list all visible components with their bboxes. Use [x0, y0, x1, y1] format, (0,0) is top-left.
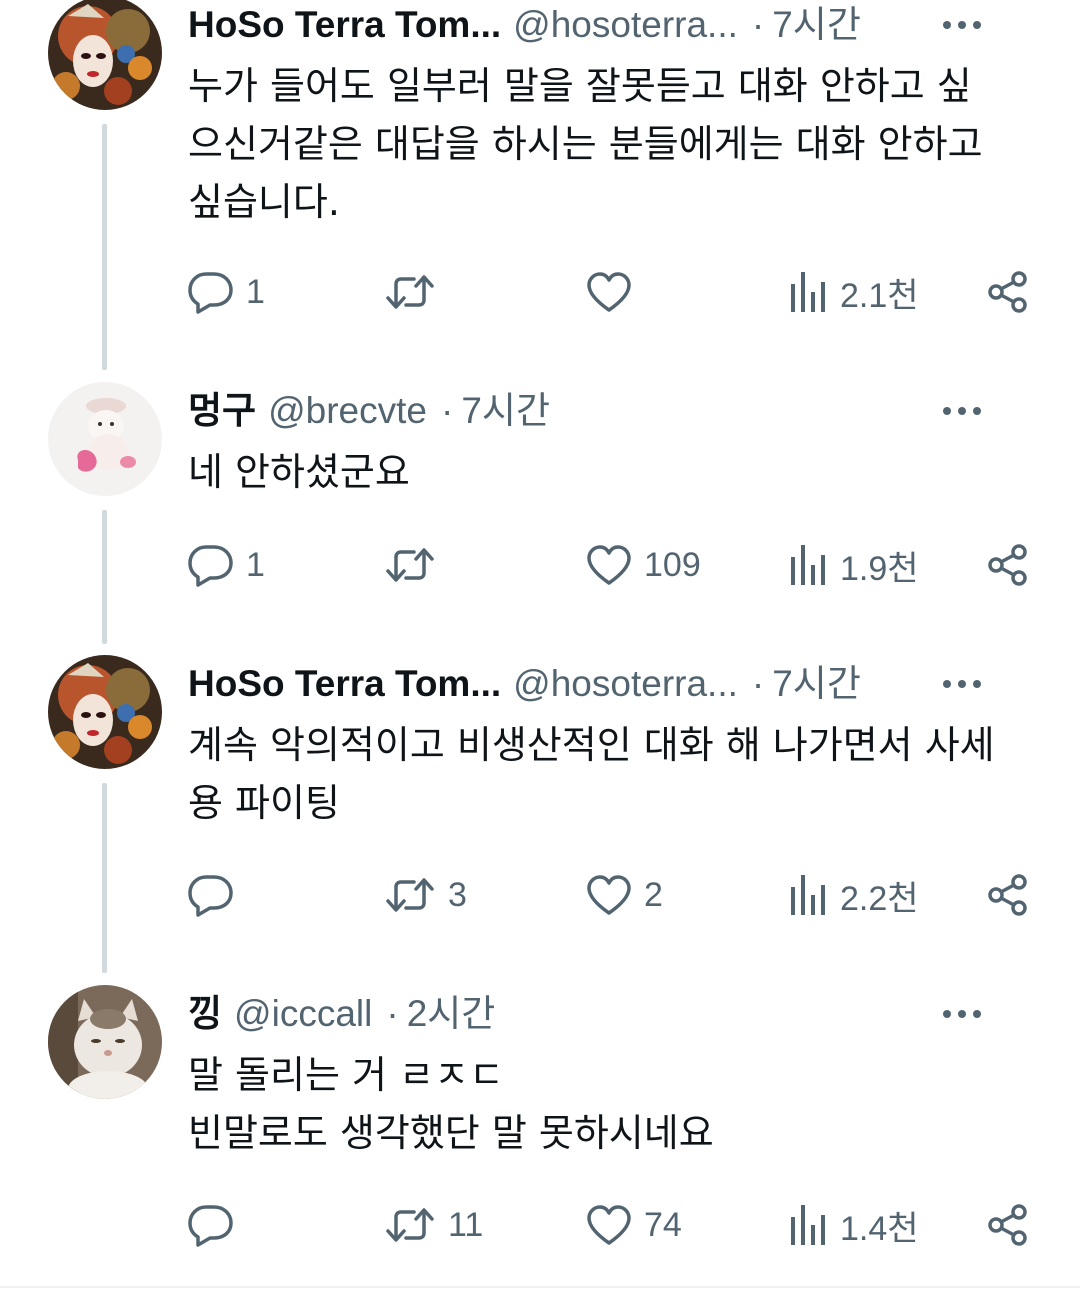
avatar[interactable] — [48, 985, 162, 1099]
display-name[interactable]: HoSo Terra Tom... — [188, 659, 501, 709]
thread-line — [102, 783, 107, 973]
retweet-count: 3 — [448, 875, 467, 914]
user-handle[interactable]: @brecvte — [268, 386, 427, 436]
reply-button[interactable] — [186, 1200, 246, 1250]
separator-dot: · — [751, 4, 765, 45]
like-count: 74 — [644, 1205, 682, 1244]
timestamp[interactable]: 2시간 — [407, 989, 496, 1039]
retweet-arrows-icon — [386, 548, 434, 582]
tweet-text: 말 돌리는 거 ㄹㅈㄷ 빈말로도 생각했단 말 못하시네요 — [188, 1053, 714, 1155]
thread-line — [102, 124, 107, 370]
like-count: 2 — [644, 875, 663, 914]
avatar[interactable] — [48, 382, 162, 496]
avatar[interactable] — [48, 655, 162, 769]
views-button[interactable]: 2.1천 — [788, 267, 919, 317]
timestamp[interactable]: 7시간 — [772, 0, 861, 50]
separator-dot: · — [751, 663, 765, 704]
like-button[interactable]: 2 — [586, 870, 663, 920]
share-button[interactable] — [986, 267, 1030, 317]
tweet-header: HoSo Terra Tom... @hosoterra... · 7시간 — [188, 659, 1030, 709]
reply-count: 1 — [246, 272, 265, 311]
share-button[interactable] — [986, 870, 1030, 920]
retweet-arrows-icon — [386, 1208, 434, 1242]
separator-dot: · — [386, 993, 399, 1034]
tweet-header: 낑 @icccall · 2시간 — [188, 989, 1030, 1039]
bar-chart-icon — [791, 545, 825, 585]
views-count: 1.4천 — [840, 1209, 919, 1248]
views-count: 1.9천 — [840, 549, 919, 588]
tweet[interactable]: HoSo Terra Tom... @hosoterra... · 7시간 계속… — [0, 655, 1080, 975]
heart-icon — [587, 875, 631, 915]
tweet-text: 계속 악의적이고 비생산적인 대화 해 나가면서 사세 용 파이팅 — [188, 723, 995, 825]
reply-button[interactable] — [186, 870, 246, 920]
retweet-button[interactable] — [384, 540, 448, 590]
bar-chart-icon — [791, 1205, 825, 1245]
reply-bubble-icon — [188, 272, 233, 314]
views-button[interactable]: 2.2천 — [788, 870, 919, 920]
retweet-button[interactable] — [384, 267, 448, 317]
action-bar: 3 2 2.2천 — [186, 870, 1030, 920]
heart-icon — [587, 545, 631, 585]
user-handle[interactable]: @hosoterra... — [513, 0, 738, 50]
views-button[interactable]: 1.4천 — [788, 1200, 919, 1250]
reply-button[interactable]: 1 — [186, 540, 265, 590]
timestamp[interactable]: 7시간 — [461, 386, 550, 436]
reply-count: 1 — [246, 545, 265, 584]
retweet-button[interactable]: 11 — [384, 1200, 483, 1250]
tweet-text: 네 안하셨군요 — [188, 450, 410, 494]
reply-bubble-icon — [188, 545, 233, 587]
tweet[interactable]: 낑 @icccall · 2시간 말 돌리는 거 ㄹㅈㄷ 빈말로도 생각했단 말… — [0, 985, 1080, 1279]
reply-bubble-icon — [188, 1205, 233, 1247]
display-name[interactable]: HoSo Terra Tom... — [188, 0, 501, 50]
avatar[interactable] — [48, 0, 162, 110]
action-bar: 11 74 1.4천 — [186, 1200, 1030, 1250]
retweet-arrows-icon — [386, 275, 434, 309]
display-name[interactable]: 낑 — [188, 989, 222, 1039]
like-button[interactable]: 74 — [586, 1200, 682, 1250]
more-dots-icon[interactable] — [932, 659, 982, 709]
retweet-count: 11 — [448, 1205, 484, 1244]
reply-button[interactable]: 1 — [186, 267, 265, 317]
more-dots-icon[interactable] — [932, 989, 982, 1039]
tweet[interactable]: 멍구 @brecvte · 7시간 네 안하셨군요 1 109 1.9천 — [0, 382, 1080, 646]
views-count: 2.1천 — [840, 276, 919, 315]
separator-dot: · — [441, 390, 454, 431]
action-bar: 1 109 1.9천 — [186, 540, 1030, 590]
tweet-header: 멍구 @brecvte · 7시간 — [188, 386, 1030, 436]
reply-bubble-icon — [188, 875, 233, 917]
views-button[interactable]: 1.9천 — [788, 540, 919, 590]
bar-chart-icon — [791, 875, 825, 915]
heart-icon — [587, 272, 631, 312]
divider — [0, 1286, 1080, 1288]
thread-line — [102, 510, 107, 644]
share-icon — [988, 1204, 1027, 1246]
like-count: 109 — [644, 545, 701, 584]
display-name[interactable]: 멍구 — [188, 386, 256, 436]
bar-chart-icon — [791, 272, 825, 312]
retweet-arrows-icon — [386, 878, 434, 912]
like-button[interactable] — [586, 267, 644, 317]
share-button[interactable] — [986, 540, 1030, 590]
tweet-header: HoSo Terra Tom... @hosoterra... · 7시간 — [188, 0, 1030, 50]
tweet[interactable]: HoSo Terra Tom... @hosoterra... · 7시간 누가… — [0, 0, 1080, 370]
more-dots-icon[interactable] — [932, 386, 982, 436]
share-icon — [988, 874, 1027, 916]
share-icon — [988, 544, 1027, 586]
views-count: 2.2천 — [840, 879, 919, 918]
like-button[interactable]: 109 — [586, 540, 701, 590]
more-dots-icon[interactable] — [932, 0, 982, 50]
share-button[interactable] — [986, 1200, 1030, 1250]
share-icon — [988, 271, 1027, 313]
tweet-text: 누가 들어도 일부러 말을 잘못듣고 대화 안하고 싶 으신거같은 대답을 하시… — [188, 64, 983, 224]
user-handle[interactable]: @hosoterra... — [513, 659, 738, 709]
action-bar: 1 2.1천 — [186, 267, 1030, 317]
heart-icon — [587, 1205, 631, 1245]
timestamp[interactable]: 7시간 — [772, 659, 861, 709]
retweet-button[interactable]: 3 — [384, 870, 467, 920]
user-handle[interactable]: @icccall — [234, 989, 372, 1039]
